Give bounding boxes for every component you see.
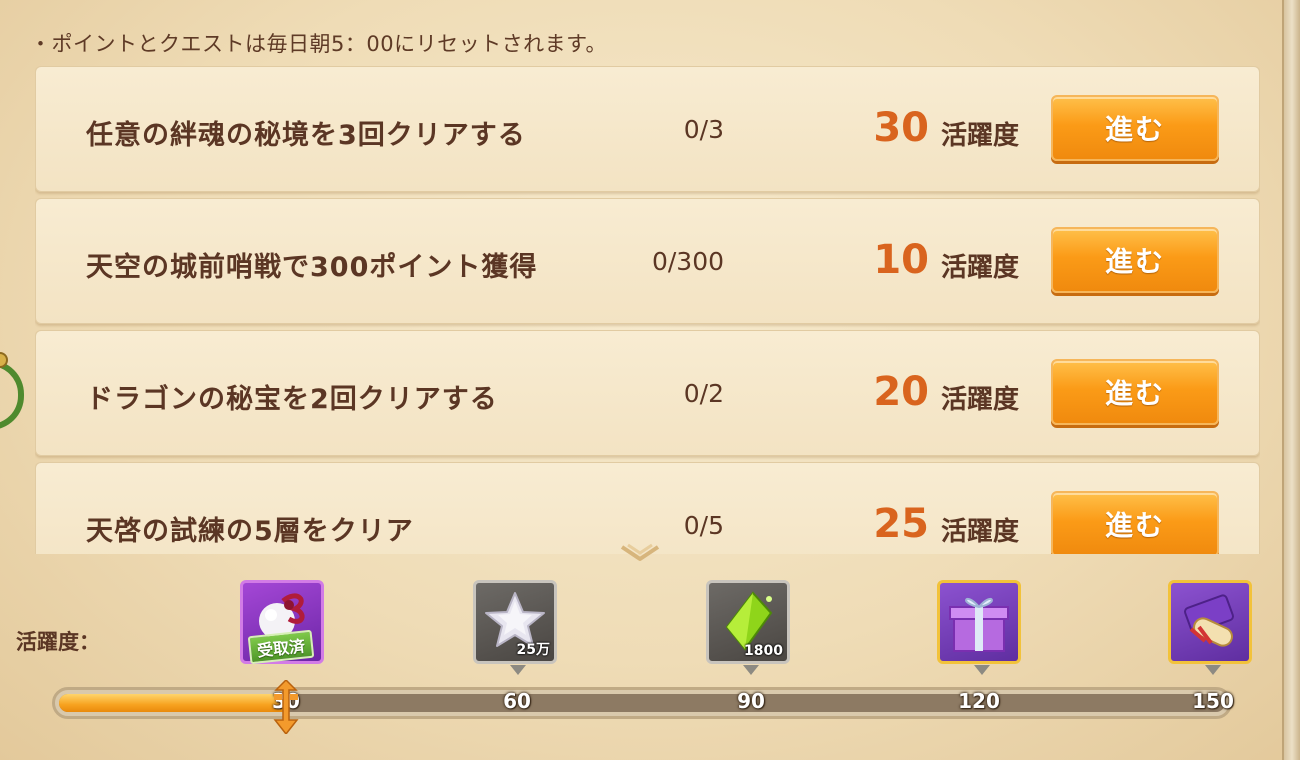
quest-points-unit: 活躍度	[941, 253, 1020, 283]
reward-chest-60[interactable]: 25万	[473, 580, 557, 675]
quest-name: 任意の絆魂の秘境を3回クリアする	[86, 120, 526, 151]
go-button[interactable]: 進む	[1051, 491, 1219, 554]
quest-points: 10	[873, 237, 929, 283]
quest-points: 20	[873, 369, 929, 415]
quest-row: 任意の絆魂の秘境を3回クリアする 0/3 30 活躍度 進む	[35, 66, 1260, 192]
reward-quantity: 1800	[744, 643, 783, 659]
quest-points-unit: 活躍度	[941, 121, 1020, 151]
quest-name: 天空の城前哨戦で300ポイント獲得	[86, 252, 538, 283]
quest-row: 天空の城前哨戦で300ポイント獲得 0/300 10 活躍度 進む	[35, 198, 1260, 324]
activity-progress-fill	[59, 694, 286, 712]
quest-name: 天啓の試練の5層をクリア	[86, 516, 414, 547]
reward-chest-120[interactable]	[937, 580, 1021, 675]
reward-chest-150[interactable]	[1168, 580, 1252, 675]
quest-points-unit: 活躍度	[941, 517, 1020, 547]
quest-row: 天啓の試練の5層をクリア 0/5 25 活躍度 進む	[35, 462, 1260, 554]
quest-row: ドラゴンの秘宝を2回クリアする 0/2 20 活躍度 進む	[35, 330, 1260, 456]
progress-tick-label: 60	[503, 689, 531, 713]
reward-chest-30[interactable]: 受取済	[240, 580, 324, 665]
quest-progress: 0/2	[683, 379, 724, 408]
quest-progress: 0/5	[683, 511, 724, 540]
go-button[interactable]: 進む	[1051, 227, 1219, 293]
progress-tick-label: 150	[1192, 689, 1234, 713]
quest-points: 25	[873, 501, 929, 547]
activity-progress-bar	[52, 687, 1232, 719]
quest-name: ドラゴンの秘宝を2回クリアする	[86, 384, 498, 415]
quest-progress: 0/300	[651, 247, 724, 276]
gift-box-icon	[949, 597, 1009, 652]
current-progress-marker-icon	[271, 680, 301, 734]
quest-progress: 0/3	[683, 115, 724, 144]
reward-chest-90[interactable]: 1800	[706, 580, 790, 675]
reset-notice: ・ポイントとクエストは毎日朝5：00にリセットされます。	[30, 32, 607, 56]
reward-quantity: 25万	[516, 642, 550, 658]
hook-decoration-icon	[0, 352, 24, 430]
quest-points: 30	[873, 105, 929, 151]
go-button[interactable]: 進む	[1051, 359, 1219, 425]
progress-tick-label: 90	[737, 689, 765, 713]
activity-label: 活躍度：	[16, 630, 100, 654]
progress-tick-label: 120	[958, 689, 1000, 713]
go-button[interactable]: 進む	[1051, 95, 1219, 161]
activity-panel: 活躍度： 受取済 25万 1800 60 90 120 150	[0, 560, 1300, 760]
scroll-bundle-icon	[1184, 594, 1234, 647]
quest-list[interactable]: 任意の絆魂の秘境を3回クリアする 0/3 30 活躍度 進む 天空の城前哨戦で3…	[35, 66, 1260, 554]
quest-points-unit: 活躍度	[941, 385, 1020, 415]
